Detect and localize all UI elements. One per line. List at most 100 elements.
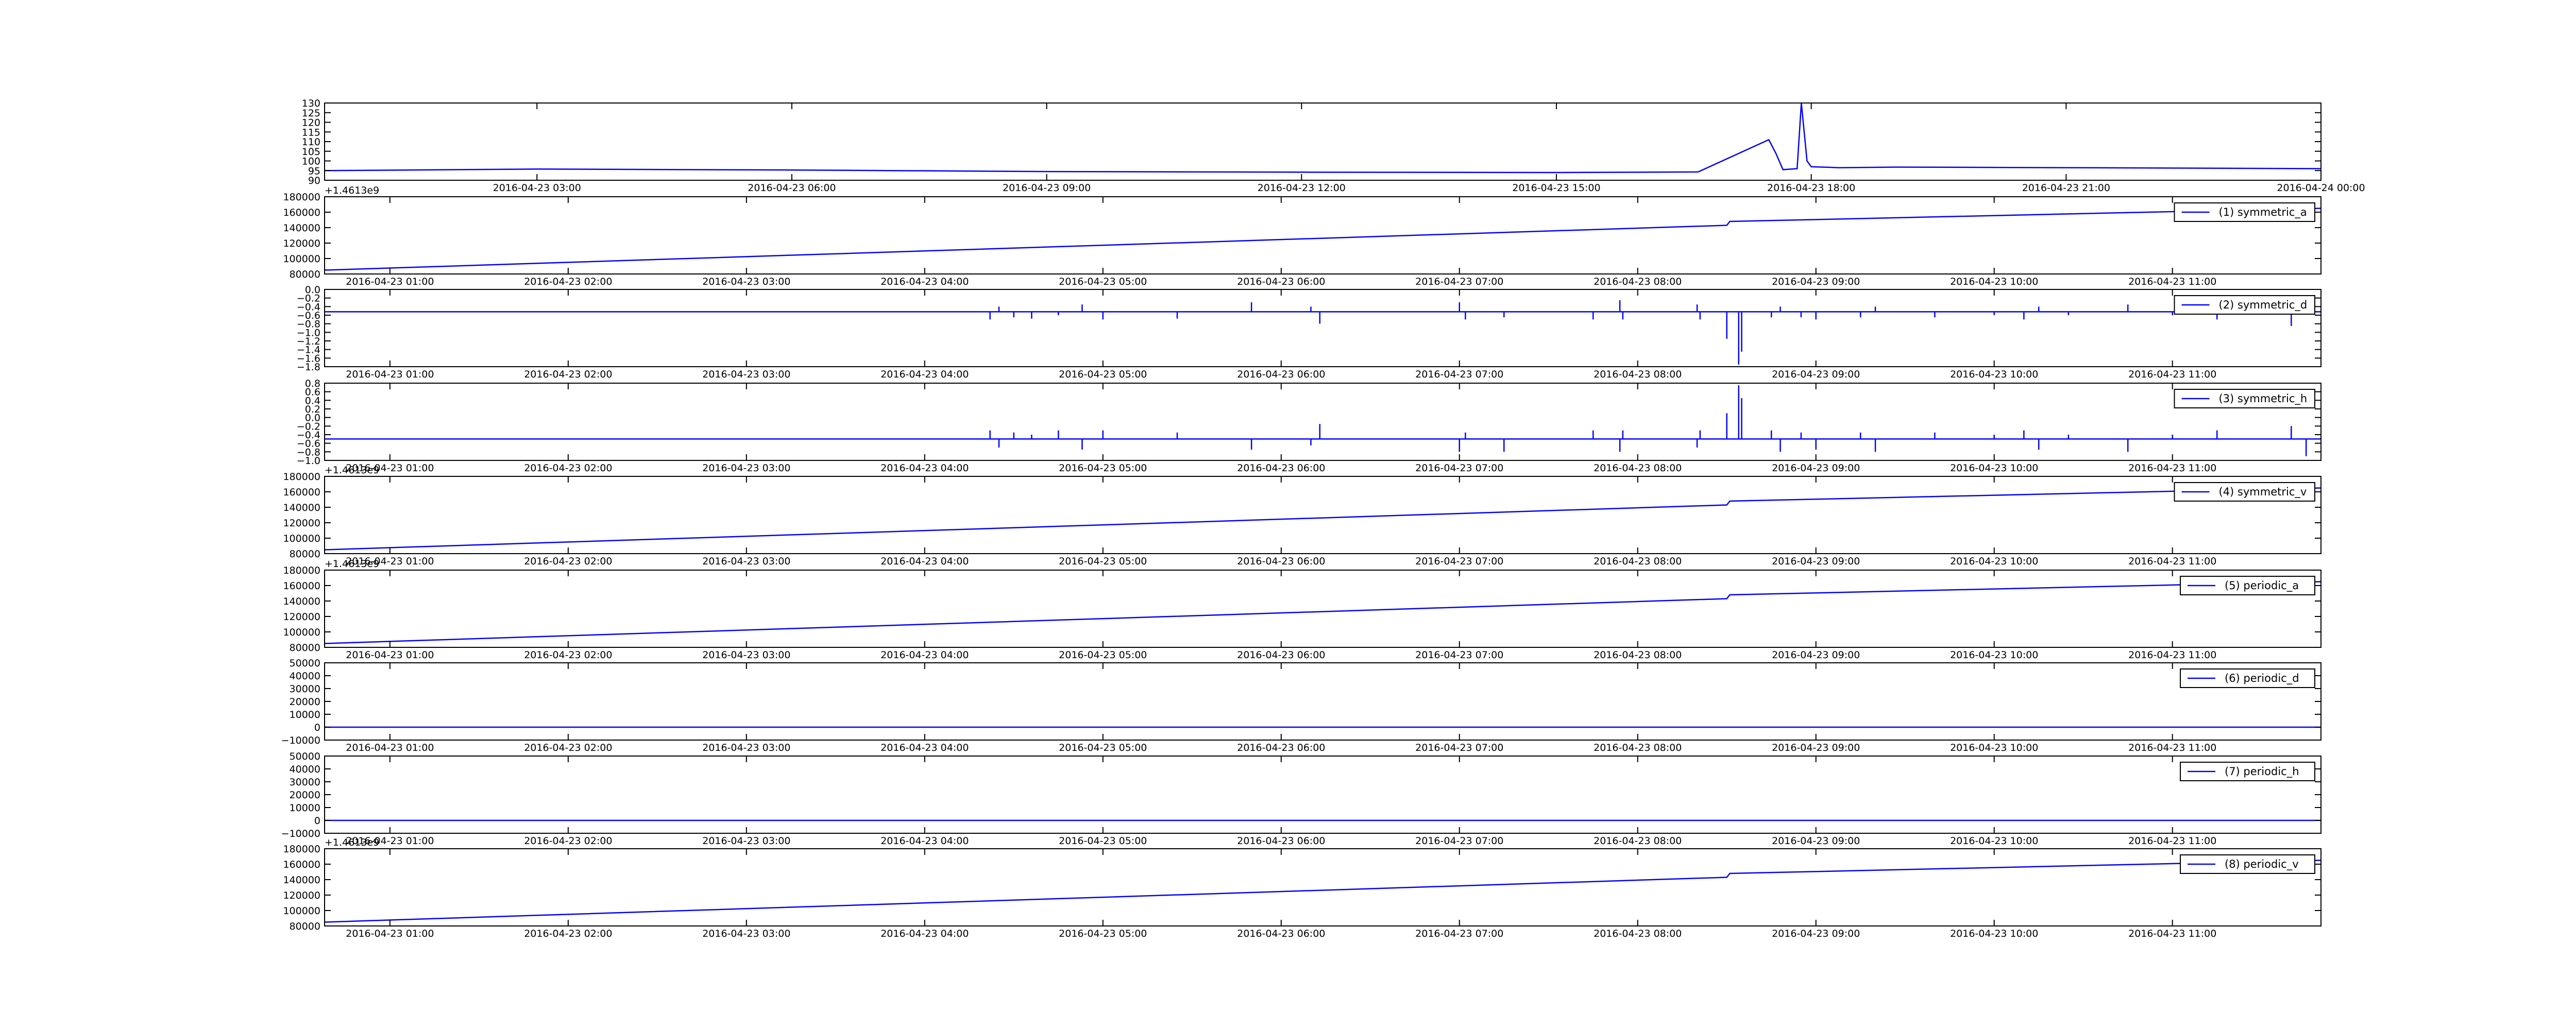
y-tick-label: 180000 xyxy=(283,192,320,203)
legend: (7) periodic_h xyxy=(2180,762,2315,781)
x-tick-label: 2016-04-23 03:00 xyxy=(702,649,790,661)
y-tick-label: 120000 xyxy=(283,611,320,623)
x-tick-label: 2016-04-23 11:00 xyxy=(2128,742,2216,753)
y-tick-label: 50000 xyxy=(290,751,320,762)
x-tick-label: 2016-04-23 08:00 xyxy=(1594,928,1682,939)
legend-label: (6) periodic_d xyxy=(2225,672,2299,685)
x-tick-label: 2016-04-23 07:00 xyxy=(1415,928,1503,939)
y-tick-label: 80000 xyxy=(290,921,320,932)
y-tick-label: 130 xyxy=(302,98,320,109)
x-tick-label: 2016-04-24 00:00 xyxy=(2277,182,2365,194)
x-tick-label: 2016-04-23 09:00 xyxy=(1003,182,1091,194)
y-tick-label: 180000 xyxy=(283,565,320,576)
y-tick-label: 100 xyxy=(302,156,320,167)
x-tick-label: 2016-04-23 03:00 xyxy=(702,928,790,939)
x-tick-label: 2016-04-23 05:00 xyxy=(1059,928,1147,939)
y-tick-label: 125 xyxy=(302,108,320,119)
x-tick-label: 2016-04-23 09:00 xyxy=(1772,369,1860,380)
x-tick-label: 2016-04-23 04:00 xyxy=(880,462,969,474)
x-tick-label: 2016-04-23 07:00 xyxy=(1415,649,1503,661)
x-tick-label: 2016-04-23 12:00 xyxy=(1258,182,1346,194)
x-tick-label: 2016-04-23 01:00 xyxy=(346,276,434,287)
x-tick-label: 2016-04-23 05:00 xyxy=(1059,556,1147,567)
y-tick-label: 10000 xyxy=(290,802,320,814)
x-tick-label: 2016-04-23 07:00 xyxy=(1415,462,1503,474)
x-tick-label: 2016-04-23 03:00 xyxy=(702,742,790,753)
x-tick-label: 2016-04-23 05:00 xyxy=(1059,462,1147,474)
y-tick-label: 120 xyxy=(302,117,320,129)
x-tick-label: 2016-04-23 02:00 xyxy=(524,556,612,567)
y-tick-label: 20000 xyxy=(290,789,320,801)
legend: (6) periodic_d xyxy=(2180,668,2315,688)
x-tick-label: 2016-04-23 09:00 xyxy=(1772,742,1860,753)
x-tick-label: 2016-04-23 05:00 xyxy=(1059,369,1147,380)
x-tick-label: 2016-04-23 02:00 xyxy=(524,835,612,847)
x-tick-label: 2016-04-23 10:00 xyxy=(1950,369,2038,380)
x-tick-label: 2016-04-23 11:00 xyxy=(2128,369,2216,380)
x-tick-label: 2016-04-23 08:00 xyxy=(1594,276,1682,287)
offset-text: +1.4613e9 xyxy=(325,185,379,196)
y-tick-label: 30000 xyxy=(290,777,320,788)
y-tick-label: 115 xyxy=(302,127,320,138)
y-tick-label: 160000 xyxy=(283,580,320,592)
x-tick-label: 2016-04-23 09:00 xyxy=(1772,462,1860,474)
y-tick-label: 100000 xyxy=(283,253,320,265)
x-tick-label: 2016-04-23 08:00 xyxy=(1594,369,1682,380)
x-tick-label: 2016-04-23 08:00 xyxy=(1594,835,1682,847)
legend-label: (1) symmetric_a xyxy=(2219,206,2307,219)
y-tick-label: 0 xyxy=(314,722,320,733)
x-tick-label: 2016-04-23 02:00 xyxy=(524,462,612,474)
x-tick-label: 2016-04-23 05:00 xyxy=(1059,276,1147,287)
x-tick-label: 2016-04-23 10:00 xyxy=(1950,742,2038,753)
y-tick-label: 90 xyxy=(308,175,320,186)
y-tick-label: 40000 xyxy=(290,764,320,775)
x-tick-label: 2016-04-23 10:00 xyxy=(1950,835,2038,847)
y-tick-label: 105 xyxy=(302,146,320,158)
legend-label: (5) periodic_a xyxy=(2225,579,2299,592)
x-tick-label: 2016-04-23 09:00 xyxy=(1772,649,1860,661)
y-tick-label: 80000 xyxy=(290,269,320,280)
x-tick-label: 2016-04-23 04:00 xyxy=(880,742,969,753)
x-tick-label: 2016-04-23 06:00 xyxy=(1237,369,1325,380)
x-tick-label: 2016-04-23 09:00 xyxy=(1772,928,1860,939)
x-tick-label: 2016-04-23 10:00 xyxy=(1950,462,2038,474)
x-tick-label: 2016-04-23 03:00 xyxy=(702,556,790,567)
x-tick-label: 2016-04-23 11:00 xyxy=(2128,276,2216,287)
x-tick-label: 2016-04-23 08:00 xyxy=(1594,742,1682,753)
x-tick-label: 2016-04-23 11:00 xyxy=(2128,928,2216,939)
x-tick-label: 2016-04-23 09:00 xyxy=(1772,276,1860,287)
x-tick-label: 2016-04-23 08:00 xyxy=(1594,462,1682,474)
x-tick-label: 2016-04-23 11:00 xyxy=(2128,556,2216,567)
x-tick-label: 2016-04-23 10:00 xyxy=(1950,928,2038,939)
x-tick-label: 2016-04-23 07:00 xyxy=(1415,835,1503,847)
x-tick-label: 2016-04-23 04:00 xyxy=(880,835,969,847)
x-tick-label: 2016-04-23 03:00 xyxy=(702,462,790,474)
y-tick-label: 100000 xyxy=(283,627,320,638)
legend: (4) symmetric_v xyxy=(2174,482,2315,502)
legend: (1) symmetric_a xyxy=(2174,202,2315,222)
x-tick-label: 2016-04-23 06:00 xyxy=(748,182,836,194)
x-tick-label: 2016-04-23 03:00 xyxy=(702,369,790,380)
x-tick-label: 2016-04-23 07:00 xyxy=(1415,556,1503,567)
y-tick-label: 40000 xyxy=(290,671,320,682)
x-tick-label: 2016-04-23 06:00 xyxy=(1237,928,1325,939)
x-tick-label: 2016-04-23 09:00 xyxy=(1772,556,1860,567)
y-tick-label: 120000 xyxy=(283,238,320,249)
x-tick-label: 2016-04-23 01:00 xyxy=(346,369,434,380)
y-tick-label: 160000 xyxy=(283,859,320,870)
x-tick-label: 2016-04-23 02:00 xyxy=(524,649,612,661)
legend: (2) symmetric_d xyxy=(2174,295,2315,315)
y-tick-label: 20000 xyxy=(290,696,320,708)
offset-text: +1.4613e9 xyxy=(325,558,379,570)
y-tick-label: 80000 xyxy=(290,548,320,560)
x-tick-label: 2016-04-23 02:00 xyxy=(524,276,612,287)
y-tick-label: 160000 xyxy=(283,207,320,218)
legend-label: (3) symmetric_h xyxy=(2219,392,2308,405)
x-tick-label: 2016-04-23 21:00 xyxy=(2022,182,2110,194)
x-tick-label: 2016-04-23 07:00 xyxy=(1415,276,1503,287)
legend: (5) periodic_a xyxy=(2180,576,2315,595)
y-tick-label: 100000 xyxy=(283,533,320,544)
x-tick-label: 2016-04-23 08:00 xyxy=(1594,649,1682,661)
x-tick-label: 2016-04-23 06:00 xyxy=(1237,462,1325,474)
legend-label: (4) symmetric_v xyxy=(2219,486,2307,499)
